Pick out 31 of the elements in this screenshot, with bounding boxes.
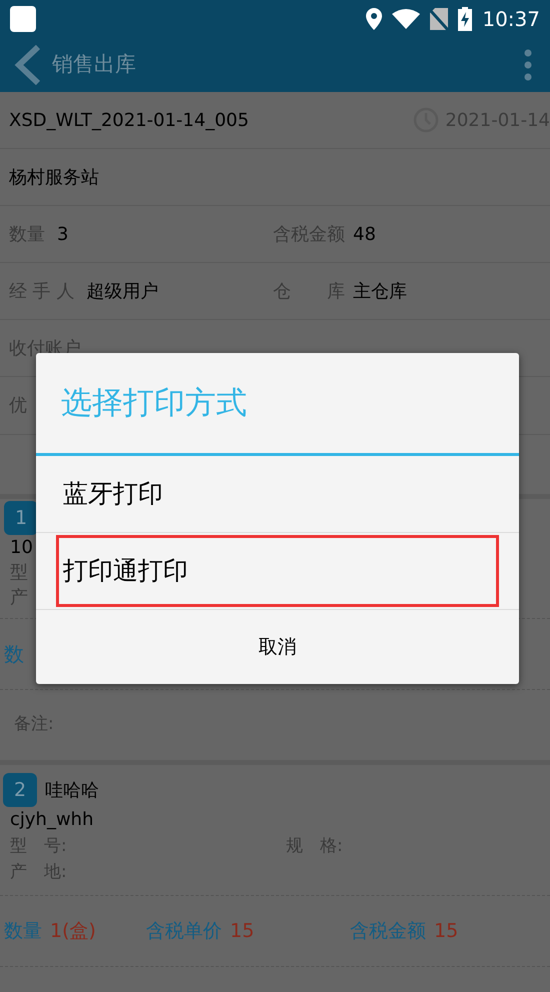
field-value: 主仓库	[353, 280, 407, 304]
notification-icon	[10, 6, 36, 32]
print-option[interactable]: 蓝牙打印	[56, 458, 499, 530]
item-name: 哇哈哈	[45, 778, 99, 802]
battery-charging-icon	[458, 7, 472, 31]
field-value: 48	[353, 222, 376, 246]
customer-name: 杨村服务站	[9, 166, 99, 190]
more-icon[interactable]	[524, 49, 532, 81]
order-number: XSD_WLT_2021-01-14_005	[9, 108, 249, 132]
item-name: 10	[10, 536, 33, 560]
wifi-icon	[392, 9, 420, 29]
item-number-badge: 2	[3, 773, 37, 807]
cancel-button[interactable]: 取消	[36, 610, 519, 684]
field-value: 3	[57, 222, 68, 246]
quantity-label: 数量	[4, 918, 42, 944]
price-label: 含税单价	[146, 918, 222, 944]
print-option[interactable]: 打印通打印	[56, 535, 499, 607]
amount-value: 15	[434, 918, 458, 944]
amount-label: 含税金额	[350, 918, 426, 944]
location-icon	[366, 8, 382, 30]
item-code: cjyh_whh	[10, 808, 94, 832]
toolbar-title: 销售出库	[52, 51, 136, 78]
back-icon[interactable]	[14, 45, 42, 85]
no-sim-icon	[430, 8, 448, 30]
price-value: 15	[230, 918, 254, 944]
field-value: 超级用户	[86, 280, 158, 304]
quantity-value: 1(盒)	[50, 918, 96, 944]
quantity-label: 数	[4, 641, 24, 668]
clock-time: 10:37	[482, 6, 540, 33]
dialog-title: 选择打印方式	[61, 384, 247, 423]
item-number-badge: 1	[4, 501, 38, 535]
